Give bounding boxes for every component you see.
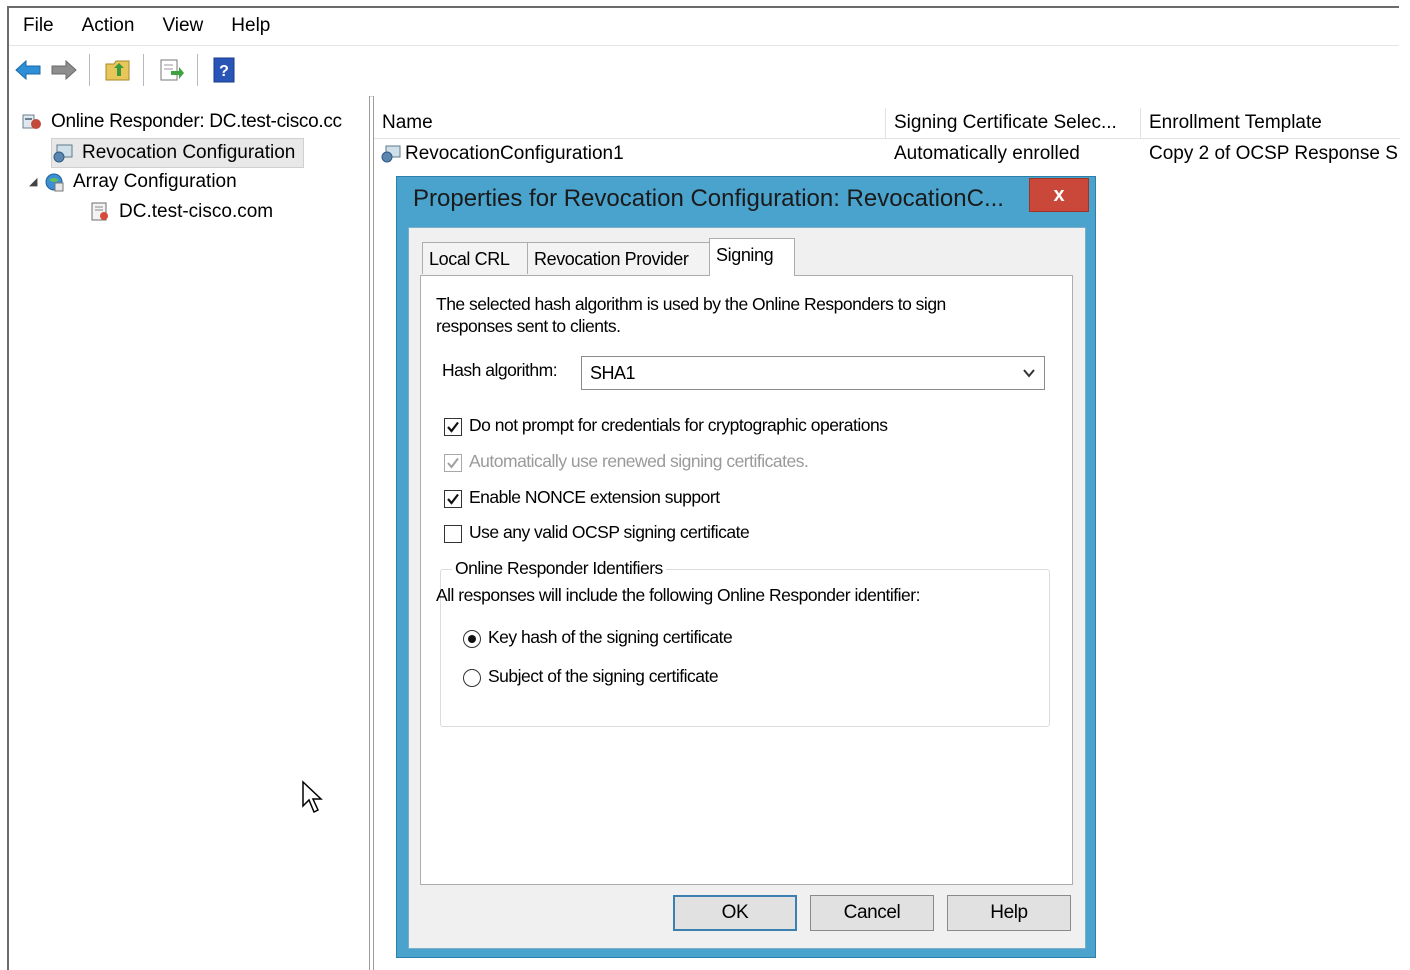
ok-button[interactable]: OK	[673, 895, 797, 931]
revocation-config-icon	[53, 144, 73, 163]
row-signing: Automatically enrolled	[894, 143, 1080, 164]
row-name-cell: RevocationConfiguration1	[380, 139, 886, 169]
checkmark-icon	[447, 493, 459, 505]
up-folder-icon[interactable]	[103, 55, 133, 85]
checkbox-any-ocsp-cert-label: Use any valid OCSP signing certificate	[469, 522, 750, 542]
tab-local-crl[interactable]: Local CRL	[422, 242, 528, 274]
toolbar: ?	[9, 45, 1399, 97]
mouse-cursor-icon	[302, 780, 323, 814]
help-button[interactable]: Help	[947, 895, 1071, 931]
menu-file[interactable]: File	[9, 8, 68, 44]
properties-dialog: Properties for Revocation Configuration:…	[396, 176, 1096, 958]
responder-identifiers-group: Online Responder Identifiers All respons…	[436, 558, 1050, 727]
dialog-client-area: Local CRL Revocation Provider Signing Th…	[408, 227, 1086, 949]
menu-view[interactable]: View	[148, 8, 217, 44]
back-arrow-icon[interactable]	[13, 55, 43, 85]
tree-item-host[interactable]: DC.test-cisco.com	[89, 198, 277, 226]
forward-arrow-icon[interactable]	[49, 55, 79, 85]
checkbox-nonce[interactable]	[444, 490, 462, 508]
checkmark-icon	[447, 421, 459, 433]
group-title: Online Responder Identifiers	[452, 558, 666, 579]
cancel-button[interactable]: Cancel	[810, 895, 934, 931]
row-name: RevocationConfiguration1	[405, 143, 624, 164]
server-certificate-icon	[91, 202, 108, 221]
checkbox-auto-renew	[444, 454, 462, 472]
radio-selected-dot	[468, 635, 476, 643]
online-responder-icon	[22, 114, 41, 129]
radio-subject-label: Subject of the signing certificate	[488, 666, 719, 686]
column-header-signing[interactable]: Signing Certificate Selec...	[886, 108, 1141, 138]
tree-label: Revocation Configuration	[82, 142, 296, 163]
tree-item-array-configuration[interactable]: ◢ Array Configuration	[29, 168, 241, 196]
array-config-icon	[45, 173, 64, 192]
menu-action[interactable]: Action	[68, 8, 149, 44]
tab-signing[interactable]: Signing	[709, 238, 795, 276]
tree-label: Array Configuration	[73, 171, 237, 192]
table-row[interactable]: RevocationConfiguration1 Automatically e…	[374, 139, 1400, 169]
tree-label: DC.test-cisco.com	[119, 201, 274, 222]
close-button[interactable]: x	[1029, 178, 1089, 212]
console-tree: Online Responder: DC.test-cisco.cc Revoc…	[9, 96, 370, 970]
revocation-config-icon	[381, 145, 401, 163]
chevron-down-icon	[1023, 369, 1035, 378]
list-header: Name Signing Certificate Selec... Enroll…	[374, 108, 1400, 139]
checkbox-auto-renew-label: Automatically use renewed signing certif…	[469, 451, 809, 471]
menu-bar: File Action View Help	[9, 8, 1399, 44]
radio-key-hash-label: Key hash of the signing certificate	[488, 627, 733, 647]
hash-algorithm-value: SHA1	[590, 363, 636, 383]
description-line2: responses sent to clients.	[436, 316, 621, 336]
signing-tab-page: The selected hash algorithm is used by t…	[420, 275, 1073, 885]
tree-label: Online Responder: DC.test-cisco.cc	[51, 111, 342, 132]
expand-triangle-icon[interactable]: ◢	[29, 168, 43, 196]
menu-help[interactable]: Help	[217, 8, 284, 44]
column-header-name[interactable]: Name	[374, 108, 886, 138]
radio-subject[interactable]	[463, 669, 481, 687]
checkbox-no-prompt-label: Do not prompt for credentials for crypto…	[469, 415, 888, 435]
svg-text:?: ?	[219, 63, 229, 80]
tab-revocation-provider[interactable]: Revocation Provider	[527, 242, 710, 274]
checkbox-no-prompt[interactable]	[444, 418, 462, 436]
export-list-icon[interactable]	[157, 55, 187, 85]
close-icon: x	[1053, 183, 1065, 206]
tree-item-online-responder[interactable]: Online Responder: DC.test-cisco.cc	[21, 108, 346, 136]
radio-key-hash[interactable]	[463, 630, 481, 648]
tree-item-revocation-configuration[interactable]: Revocation Configuration	[51, 138, 305, 168]
description-line1: The selected hash algorithm is used by t…	[436, 294, 946, 314]
row-template: Copy 2 of OCSP Response S	[1149, 143, 1398, 164]
checkmark-icon	[447, 457, 459, 469]
group-description: All responses will include the following…	[436, 585, 920, 605]
hash-algorithm-select[interactable]: SHA1	[581, 356, 1045, 390]
hash-algorithm-label: Hash algorithm:	[442, 360, 558, 380]
checkbox-nonce-label: Enable NONCE extension support	[469, 487, 720, 507]
column-header-template[interactable]: Enrollment Template	[1141, 108, 1400, 138]
help-icon[interactable]: ?	[209, 55, 239, 85]
checkbox-any-ocsp-cert[interactable]	[444, 525, 462, 543]
dialog-title: Properties for Revocation Configuration:…	[413, 185, 1004, 212]
